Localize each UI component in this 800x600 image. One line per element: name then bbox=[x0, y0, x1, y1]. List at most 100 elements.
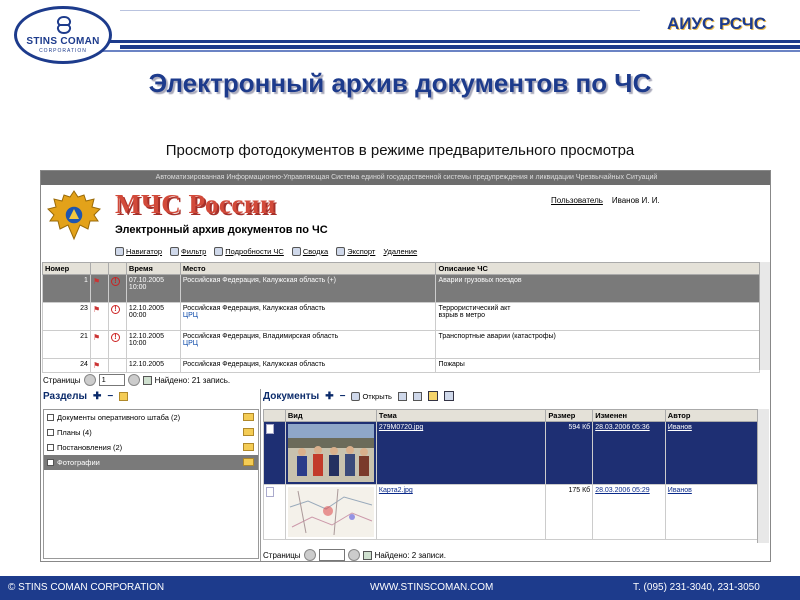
refresh-icon[interactable] bbox=[142, 375, 152, 385]
app-window: Автоматизированная Информационно-Управля… bbox=[40, 170, 771, 562]
alert-icon: ! bbox=[110, 305, 120, 314]
table-row[interactable]: Карта2.jpg 175 Кб 28.03.2006 05:29 Ивано… bbox=[263, 484, 761, 540]
app-banner: Автоматизированная Информационно-Управля… bbox=[41, 171, 770, 185]
add-document-icon[interactable]: ✚ bbox=[325, 391, 333, 402]
tree-item[interactable]: Фотографии bbox=[44, 455, 258, 470]
user-info: Пользователь Иванов И. И. bbox=[551, 196, 660, 205]
folder-icon bbox=[243, 443, 254, 451]
slide-title: Электронный архив документов по ЧС bbox=[148, 68, 652, 98]
footer-website[interactable]: WWW.STINSCOMAN.COM bbox=[370, 582, 493, 593]
footer-phone: Т. (095) 231-3040, 231-3050 bbox=[633, 582, 760, 593]
table-row[interactable]: 23 ⚑ ! 12.10.2005 00:00 Российская Федера… bbox=[42, 302, 760, 331]
mchs-emblem-icon bbox=[47, 190, 101, 241]
footer-copyright: © STINS COMAN CORPORATION bbox=[8, 582, 165, 593]
page-select[interactable]: 1 bbox=[98, 374, 125, 386]
summary-icon bbox=[291, 246, 301, 256]
col-number-header[interactable]: Номер bbox=[42, 262, 91, 275]
refresh-icon[interactable] bbox=[362, 550, 372, 560]
toolbar-export-button[interactable]: Экспорт bbox=[336, 246, 375, 256]
incidents-pager: Страницы 1 Найдено: 21 запись. bbox=[43, 374, 231, 386]
sections-tree: Документы оперативного штаба (2) Планы (… bbox=[43, 409, 259, 559]
col-modified-header[interactable]: Изменен bbox=[592, 409, 666, 422]
thumbnail-view-icon[interactable] bbox=[427, 391, 438, 401]
tree-item[interactable]: Постановления (2) bbox=[44, 440, 258, 455]
list-view-icon[interactable] bbox=[443, 391, 454, 401]
tree-item[interactable]: Планы (4) bbox=[44, 425, 258, 440]
map-thumbnail[interactable] bbox=[287, 487, 374, 537]
document-link[interactable]: Карта2.jpg bbox=[379, 487, 413, 494]
flag-icon: ⚑ bbox=[92, 333, 101, 342]
prev-page-button[interactable] bbox=[303, 549, 316, 561]
header-stripe bbox=[100, 50, 800, 52]
col-size-header[interactable]: Размер bbox=[545, 409, 594, 422]
slide-subtitle: Просмотр фотодокументов в режиме предвар… bbox=[165, 142, 635, 159]
col-topic-header[interactable]: Тема bbox=[375, 409, 547, 422]
col-description-header[interactable]: Описание ЧС bbox=[435, 262, 760, 275]
folder-icon bbox=[243, 413, 254, 421]
col-flag-header[interactable] bbox=[89, 262, 109, 275]
col-alert-header[interactable] bbox=[107, 262, 127, 275]
add-section-icon[interactable]: ✚ bbox=[93, 391, 101, 402]
documents-scrollbar[interactable] bbox=[757, 409, 769, 543]
incidents-table: Номер Время Место Описание ЧС 1 ⚑ ! 07.1… bbox=[42, 262, 760, 373]
photo-thumbnail[interactable] bbox=[287, 424, 374, 482]
header-stripe bbox=[120, 45, 800, 49]
documents-pager: Страницы Найдено: 2 записи. bbox=[263, 549, 446, 561]
table-row[interactable]: 21 ⚑ ! 12.10.2005 10:00 Российская Федера… bbox=[42, 330, 760, 359]
document-link[interactable]: 279M0720.jpg bbox=[379, 424, 423, 431]
user-label[interactable]: Пользователь bbox=[551, 196, 603, 205]
col-author-header[interactable]: Автор bbox=[664, 409, 761, 422]
image-file-icon bbox=[266, 424, 274, 434]
table-row[interactable]: 279M0720.jpg 594 Кб 28.03.2006 05:36 Ива… bbox=[263, 421, 761, 485]
brand-label: АИУС РСЧС bbox=[666, 14, 766, 33]
table-row[interactable]: 24 ⚑ 12.10.2005 Российская Федерация, Ка… bbox=[42, 358, 760, 373]
folder-icon bbox=[243, 458, 254, 466]
image-file-icon bbox=[266, 487, 274, 497]
next-page-button[interactable] bbox=[127, 374, 140, 386]
section-folder-icon[interactable] bbox=[119, 391, 129, 401]
col-place-header[interactable]: Место bbox=[179, 262, 437, 275]
documents-panel: Документы ✚ − Открыть Вид Тема Размер Из… bbox=[263, 389, 770, 561]
document-tool-icon[interactable] bbox=[412, 391, 422, 401]
col-view-header[interactable]: Вид bbox=[284, 409, 377, 422]
toolbar-navigator-button[interactable]: Навигатор bbox=[115, 246, 162, 256]
slide-footer: © STINS COMAN CORPORATION WWW.STINSCOMAN… bbox=[0, 576, 800, 600]
logo-emblem-icon bbox=[56, 15, 72, 35]
open-document-button[interactable]: Открыть bbox=[351, 391, 392, 401]
export-icon bbox=[336, 246, 346, 256]
app-toolbar: Навигатор Фильтр Подробности ЧС Сводка Э… bbox=[115, 243, 417, 259]
remove-document-icon[interactable]: − bbox=[340, 391, 346, 402]
page-select[interactable] bbox=[318, 549, 345, 561]
toolbar-summary-button[interactable]: Сводка bbox=[291, 246, 328, 256]
toolbar-details-button[interactable]: Подробности ЧС bbox=[214, 246, 284, 256]
alert-icon: ! bbox=[110, 277, 120, 286]
col-time-header[interactable]: Время bbox=[125, 262, 181, 275]
logo-subtitle: CORPORATION bbox=[39, 48, 87, 54]
tree-item[interactable]: Документы оперативного штаба (2) bbox=[44, 410, 258, 425]
toolbar-delete-button[interactable]: Удаление bbox=[383, 247, 417, 256]
documents-title: Документы bbox=[263, 390, 320, 402]
app-title: Электронный архив документов по ЧС bbox=[115, 224, 328, 236]
header-stripe bbox=[100, 40, 800, 43]
filter-icon bbox=[170, 246, 180, 256]
prev-page-button[interactable] bbox=[83, 374, 96, 386]
open-icon bbox=[351, 391, 361, 401]
next-page-button[interactable] bbox=[347, 549, 360, 561]
table-header: Номер Время Место Описание ЧС bbox=[42, 262, 760, 275]
documents-found-count: Найдено: 2 записи. bbox=[374, 550, 446, 560]
logo-name: STINS COMAN bbox=[26, 36, 100, 47]
sections-panel: Разделы ✚ − Документы оперативного штаба… bbox=[43, 389, 261, 561]
incidents-found-count: Найдено: 21 запись. bbox=[154, 375, 231, 385]
toolbar-filter-button[interactable]: Фильтр bbox=[170, 246, 206, 256]
details-icon bbox=[214, 246, 224, 256]
stins-coman-logo: STINS COMAN CORPORATION bbox=[14, 6, 112, 64]
table-row[interactable]: 1 ⚑ ! 07.10.2005 10:00 Российская Федерац… bbox=[42, 274, 760, 303]
incidents-scrollbar[interactable] bbox=[759, 262, 770, 370]
alert-icon: ! bbox=[110, 333, 120, 342]
mchs-logo-text: МЧС России bbox=[115, 189, 276, 219]
folder-icon bbox=[243, 428, 254, 436]
flag-icon: ⚑ bbox=[92, 277, 101, 286]
document-tool-icon[interactable] bbox=[397, 391, 407, 401]
table-header: Вид Тема Размер Изменен Автор bbox=[263, 409, 761, 422]
remove-section-icon[interactable]: − bbox=[107, 391, 113, 402]
